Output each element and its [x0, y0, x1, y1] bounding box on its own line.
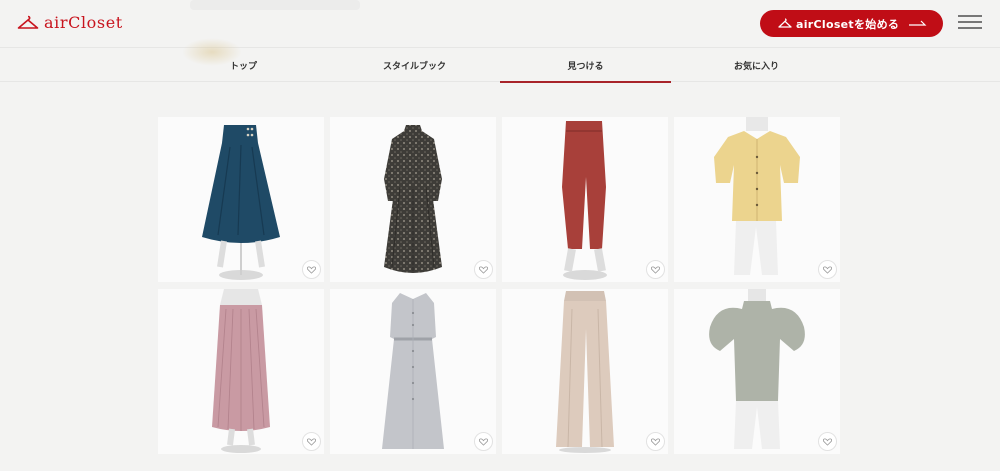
- arrow-right-icon: [909, 20, 927, 26]
- item-card[interactable]: [674, 289, 840, 454]
- tab-discover[interactable]: 見つける: [500, 48, 671, 83]
- hanger-logo-icon: [17, 15, 39, 29]
- tab-stylebook-label: スタイルブック: [382, 61, 446, 72]
- pleated-skirt-image: [212, 289, 270, 453]
- tapered-pants-image: [562, 121, 607, 280]
- start-aircloset-button[interactable]: airClosetを始める: [760, 10, 943, 37]
- item-card[interactable]: [502, 289, 668, 454]
- item-card[interactable]: [674, 117, 840, 282]
- brand-logo[interactable]: airCloset: [17, 13, 123, 32]
- hanger-icon: [778, 18, 792, 28]
- tab-favorites[interactable]: お気に入り: [671, 48, 842, 82]
- heart-icon[interactable]: [302, 432, 321, 451]
- heart-icon[interactable]: [474, 432, 493, 451]
- heart-icon[interactable]: [302, 260, 321, 279]
- wide-pants-image: [556, 291, 614, 453]
- main-tabs: トップ スタイルブック 見つける お気に入り: [0, 47, 1000, 83]
- shirt-dress-image: [382, 293, 444, 449]
- heart-icon[interactable]: [646, 260, 665, 279]
- site-header: airCloset airClosetを始める: [0, 0, 1000, 47]
- patterned-dress-image: [384, 125, 442, 273]
- tab-discover-label: 見つける: [567, 61, 604, 72]
- item-card[interactable]: [330, 117, 496, 282]
- cta-label: airClosetを始める: [796, 17, 900, 31]
- tab-stylebook[interactable]: スタイルブック: [329, 48, 500, 82]
- item-card[interactable]: [158, 289, 324, 454]
- item-grid: [158, 117, 842, 454]
- blurred-decoration: [182, 38, 242, 66]
- heart-icon[interactable]: [818, 260, 837, 279]
- heart-icon[interactable]: [646, 432, 665, 451]
- flared-skirt-image: [202, 125, 280, 280]
- hamburger-icon[interactable]: [958, 15, 983, 32]
- heart-icon[interactable]: [474, 260, 493, 279]
- item-card[interactable]: [158, 117, 324, 282]
- puff-sleeve-top-image: [709, 289, 805, 449]
- brand-name: airCloset: [44, 13, 123, 32]
- blurred-banner: [190, 0, 360, 10]
- heart-icon[interactable]: [818, 432, 837, 451]
- blouse-image: [714, 117, 800, 275]
- tab-favorites-label: お気に入り: [733, 61, 779, 72]
- item-card[interactable]: [502, 117, 668, 282]
- item-card[interactable]: [330, 289, 496, 454]
